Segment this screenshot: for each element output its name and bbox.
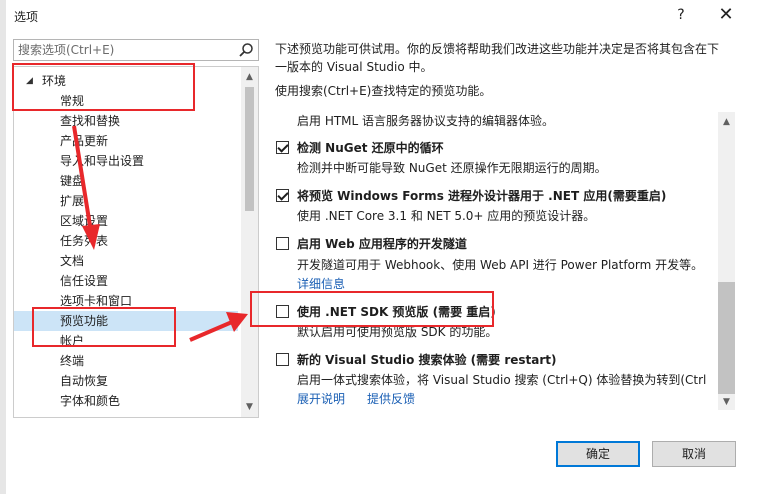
annotation-arrow-right [189,320,233,342]
annotation-arrows [72,125,248,342]
annotation-arrow-down [72,125,93,233]
annotation-arrowhead-down [82,224,100,250]
